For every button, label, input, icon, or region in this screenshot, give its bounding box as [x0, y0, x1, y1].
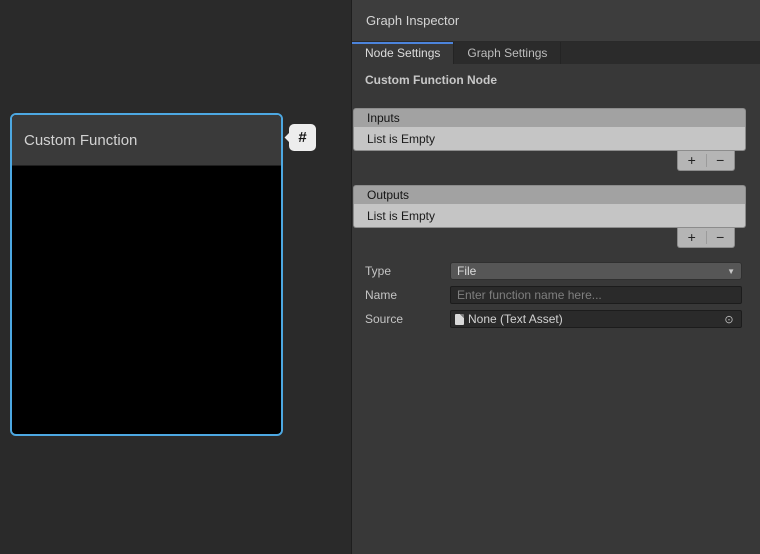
name-row: Name — [365, 286, 742, 304]
inspector-tabbar: Node Settings Graph Settings — [352, 42, 760, 64]
node-title: Custom Function — [24, 132, 137, 149]
node-preview — [12, 166, 281, 433]
inputs-list-footer: + − — [353, 151, 746, 171]
inputs-remove-button[interactable]: − — [707, 151, 735, 170]
inspector-header[interactable]: Graph Inspector — [352, 0, 760, 42]
tab-node-settings[interactable]: Node Settings — [352, 42, 454, 64]
name-label: Name — [365, 288, 450, 302]
node-settings-form: Type File ▼ Name Source None (Text Asset… — [365, 262, 742, 328]
inputs-list: Inputs List is Empty + − — [353, 108, 746, 171]
graph-inspector-panel: Graph Inspector Node Settings Graph Sett… — [351, 0, 760, 554]
node-title-bar[interactable]: Custom Function — [12, 115, 281, 166]
custom-function-node[interactable]: Custom Function — [10, 113, 283, 436]
text-asset-icon — [455, 314, 464, 325]
outputs-list-header: Outputs — [353, 185, 746, 204]
inspector-title: Graph Inspector — [366, 13, 459, 28]
source-row: Source None (Text Asset) ⊙ — [365, 310, 742, 328]
inputs-list-empty-row: List is Empty — [353, 127, 746, 151]
source-label: Source — [365, 312, 450, 326]
outputs-empty-label: List is Empty — [367, 209, 435, 223]
outputs-list-title: Outputs — [367, 188, 409, 202]
source-object-field[interactable]: None (Text Asset) ⊙ — [450, 310, 742, 328]
function-name-input[interactable] — [450, 286, 742, 304]
section-title: Custom Function Node — [365, 72, 746, 88]
inputs-empty-label: List is Empty — [367, 132, 435, 146]
inspector-body: Custom Function Node Inputs List is Empt… — [352, 64, 760, 554]
tab-graph-settings[interactable]: Graph Settings — [454, 42, 561, 64]
inputs-list-header: Inputs — [353, 108, 746, 127]
hash-badge-label: # — [298, 129, 306, 146]
inputs-list-title: Inputs — [367, 111, 400, 125]
outputs-list: Outputs List is Empty + − — [353, 185, 746, 248]
chevron-down-icon: ▼ — [727, 267, 735, 276]
type-label: Type — [365, 264, 450, 278]
object-picker-icon[interactable]: ⊙ — [721, 311, 737, 327]
source-object-value: None (Text Asset) — [468, 312, 717, 326]
outputs-list-empty-row: List is Empty — [353, 204, 746, 228]
outputs-remove-button[interactable]: − — [707, 228, 735, 247]
tab-node-settings-label: Node Settings — [365, 46, 440, 60]
type-dropdown-value: File — [457, 264, 727, 278]
outputs-list-footer: + − — [353, 228, 746, 248]
type-dropdown[interactable]: File ▼ — [450, 262, 742, 280]
hash-badge[interactable]: # — [289, 124, 316, 151]
type-row: Type File ▼ — [365, 262, 742, 280]
shader-graph-window: Custom Function # Graph Inspector Node S… — [0, 0, 760, 554]
tab-graph-settings-label: Graph Settings — [467, 46, 547, 60]
inputs-add-button[interactable]: + — [678, 151, 706, 170]
outputs-add-button[interactable]: + — [678, 228, 706, 247]
